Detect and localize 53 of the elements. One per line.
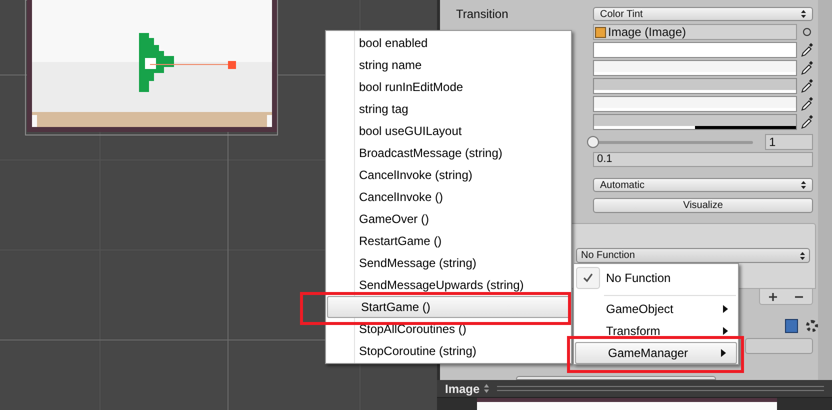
menu-item[interactable]: GameOver () bbox=[326, 208, 571, 230]
menu-item[interactable]: StartGame () bbox=[327, 296, 570, 318]
color-field[interactable] bbox=[593, 114, 797, 130]
eyedropper-icon[interactable] bbox=[801, 79, 813, 93]
player-sprite-drawing bbox=[139, 33, 174, 93]
number-field[interactable]: 1 bbox=[765, 134, 813, 150]
menu-item[interactable]: string name bbox=[326, 54, 571, 76]
dropdown-arrow-icon bbox=[800, 252, 805, 260]
menu-item[interactable]: RestartGame () bbox=[326, 230, 571, 252]
move-gizmo[interactable] bbox=[150, 60, 236, 69]
image-icon bbox=[595, 26, 606, 38]
dropdown[interactable]: No Function bbox=[576, 248, 810, 263]
menu-item[interactable]: BroadcastMessage (string) bbox=[326, 142, 571, 164]
menu-item[interactable]: SendMessage (string) bbox=[326, 252, 571, 274]
menu-item[interactable]: bool useGUILayout bbox=[326, 120, 571, 142]
preview-title[interactable]: Image bbox=[445, 380, 480, 398]
settings-icon[interactable] bbox=[806, 320, 818, 332]
eyedropper-icon[interactable] bbox=[801, 61, 813, 75]
menu-item[interactable]: bool runInEditMode bbox=[326, 76, 571, 98]
dropdown[interactable]: Automatic bbox=[593, 178, 813, 192]
menu-item[interactable]: CancelInvoke (string) bbox=[326, 164, 571, 186]
dropdown-arrow-icon bbox=[801, 181, 806, 189]
add-component-button[interactable] bbox=[516, 376, 716, 380]
number-field[interactable]: 0.1 bbox=[593, 152, 813, 167]
menu-item[interactable]: SendMessageUpwards (string) bbox=[326, 274, 571, 296]
menu-item[interactable]: StopCoroutine (string) bbox=[326, 340, 571, 362]
menu-item[interactable]: bool enabled bbox=[326, 32, 571, 54]
menu-item[interactable]: No Function bbox=[574, 264, 738, 292]
object-field[interactable]: Image (Image) bbox=[593, 24, 797, 40]
eyedropper-icon[interactable] bbox=[801, 115, 813, 129]
menu-item[interactable]: GameManager bbox=[575, 342, 737, 364]
dropdown[interactable]: Color Tint bbox=[593, 7, 813, 21]
submenu-arrow-icon bbox=[723, 327, 728, 335]
eyedropper-icon[interactable] bbox=[801, 43, 813, 57]
target-icon[interactable] bbox=[803, 28, 811, 36]
visualize-button[interactable]: Visualize bbox=[593, 198, 813, 213]
menu-item[interactable]: GameObject bbox=[574, 298, 738, 320]
dropdown-arrow-icon bbox=[801, 10, 806, 18]
sort-arrows-icon[interactable] bbox=[484, 384, 489, 393]
scrollbar[interactable] bbox=[818, 0, 832, 380]
submenu-arrow-icon bbox=[721, 349, 726, 357]
color-field[interactable] bbox=[593, 96, 797, 112]
menu-item[interactable]: CancelInvoke () bbox=[326, 186, 571, 208]
color-field[interactable] bbox=[593, 42, 797, 58]
field-label: Transition bbox=[456, 6, 510, 23]
menu-item[interactable]: string tag bbox=[326, 98, 571, 120]
help-icon[interactable] bbox=[785, 319, 798, 333]
submenu-arrow-icon bbox=[723, 305, 728, 313]
slider-thumb[interactable] bbox=[587, 136, 599, 148]
color-field[interactable] bbox=[593, 60, 797, 76]
plus-icon[interactable] bbox=[769, 292, 777, 300]
color-field[interactable] bbox=[593, 78, 797, 94]
eyedropper-icon[interactable] bbox=[801, 97, 813, 111]
